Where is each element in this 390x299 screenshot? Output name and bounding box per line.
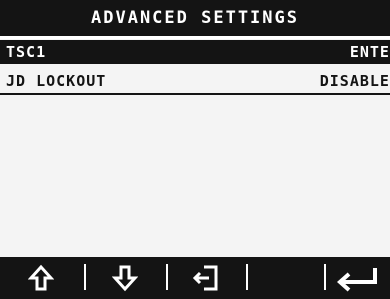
softkey-down-button[interactable] [86,257,164,299]
menu-item-value: ENTER [349,43,390,61]
header-divider [0,36,390,39]
page-title: ADVANCED SETTINGS [0,0,390,36]
menu-item-tsc1[interactable]: TSC1 ENTER [0,40,390,64]
softkey-blank-button[interactable] [248,257,322,299]
menu-item-jd-lockout[interactable]: JD LOCKOUT DISABLED [0,68,390,95]
menu-item-label: JD LOCKOUT [6,71,107,90]
arrow-up-icon [28,264,54,291]
display-screen: ADVANCED SETTINGS TSC1 ENTER JD LOCKOUT … [0,0,390,299]
softkey-bar [0,257,390,299]
softkey-up-button[interactable] [0,257,82,299]
softkey-exit-button[interactable] [168,257,244,299]
menu-item-value: DISABLED [319,71,390,90]
arrow-down-icon [112,265,138,292]
list-empty-area [0,97,390,257]
page-title-text: ADVANCED SETTINGS [91,8,299,28]
exit-icon [192,265,218,291]
menu-item-label: TSC1 [6,43,47,61]
enter-icon [336,268,377,292]
softkey-enter-button[interactable] [326,257,390,299]
